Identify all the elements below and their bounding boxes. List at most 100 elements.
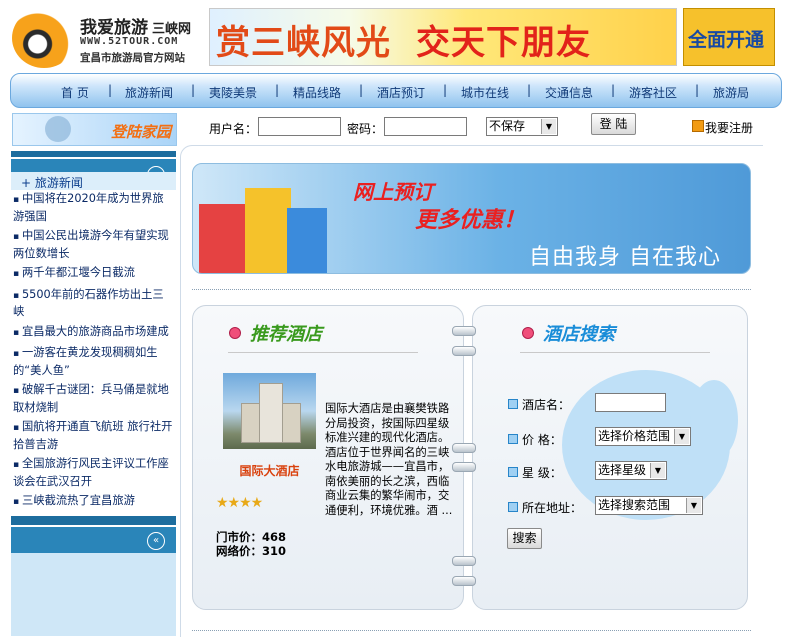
bullet-square-icon <box>508 467 518 477</box>
news-link[interactable]: 5500年前的石器作坊出土三峡 <box>11 287 176 324</box>
news-link[interactable]: 宜昌最大的旅游商品市场建成 <box>11 324 176 346</box>
sidebar-header-2: « <box>11 527 176 553</box>
net-price-value: 310 <box>262 544 287 558</box>
nav-item-news[interactable]: 旅游新闻 <box>125 84 173 101</box>
news-link[interactable]: 破解千古谜团：兵马俑是就地取材烧制 <box>11 382 176 419</box>
nav-separator: | <box>611 83 616 97</box>
header-banner-ad[interactable]: 赏三峡风光 交天下朋友 <box>209 8 677 66</box>
nav-separator: | <box>191 83 196 97</box>
price-range-value: 选择价格范围 <box>598 429 671 443</box>
news-list: 中国将在2020年成为世界旅游强国 中国公民出境游今年有望实现两位数增长 两千年… <box>11 191 176 515</box>
nav-separator: | <box>527 83 532 97</box>
chevron-down-icon: ▼ <box>686 498 701 513</box>
hotel-photo[interactable] <box>223 373 316 449</box>
login-home-art: 登陆家园 <box>12 113 177 146</box>
address-range-value: 选择搜索范围 <box>598 498 671 512</box>
binder-ring <box>452 326 476 336</box>
bullet-square-icon <box>508 399 518 409</box>
news-link[interactable]: 全国旅游行风民主评议工作座谈会在武汉召开 <box>11 456 176 493</box>
price-label: 价 格： <box>522 433 562 447</box>
banner-text-left: 赏三峡风光 <box>216 23 391 63</box>
nav-separator: | <box>443 83 448 97</box>
main-nav: 首 页 | 旅游新闻 | 夷陵美景 | 精品线路 | 酒店预订 | 城市在线 |… <box>10 73 782 108</box>
net-price-label: 网络价： <box>216 544 262 558</box>
news-link[interactable]: 中国将在2020年成为世界旅游强国 <box>11 191 176 228</box>
price-range-select[interactable]: 选择价格范围 ▼ <box>595 427 691 446</box>
nav-item-city-online[interactable]: 城市在线 <box>461 84 509 101</box>
save-login-value: 不保存 <box>489 119 526 133</box>
net-price: 网络价：310 <box>216 543 286 559</box>
divider <box>192 630 751 631</box>
sidebar-divider-bar <box>11 516 176 525</box>
hotel-name-input[interactable] <box>595 393 666 412</box>
username-input[interactable] <box>258 117 341 136</box>
password-label: 密码： <box>347 122 384 136</box>
binder-ring <box>452 556 476 566</box>
online-booking-promo-banner[interactable]: 网上预订 更多优惠！ 自由我身 自在我心 <box>192 163 751 274</box>
logo-title-text: 我爱旅游 <box>80 18 148 38</box>
star-label: 星 级： <box>522 466 562 480</box>
binder-ring <box>452 443 476 453</box>
hotel-star-rating: ★★★★ <box>216 495 263 511</box>
divider <box>192 289 751 290</box>
sidebar-top-bar <box>11 151 176 157</box>
nav-item-routes[interactable]: 精品线路 <box>293 84 341 101</box>
sidebar-section-label: + 旅游新闻 <box>21 176 83 190</box>
title-bullet-icon <box>522 327 534 339</box>
cloud-decoration <box>690 380 738 460</box>
side-ad-banner[interactable]: 全面开通 <box>683 8 775 66</box>
star-level-select[interactable]: 选择星级 ▼ <box>595 461 667 480</box>
chevron-down-icon: ▼ <box>541 119 556 134</box>
save-login-select[interactable]: 不保存 ▼ <box>486 117 558 136</box>
news-link[interactable]: 两千年都江堰今日截流 <box>11 265 176 287</box>
logo-subtitle: 三峡网 <box>152 22 192 37</box>
collapse-icon[interactable]: « <box>147 532 165 550</box>
login-button[interactable]: 登 陆 <box>591 113 636 135</box>
sidebar-panel-2 <box>11 553 176 636</box>
nav-item-traffic[interactable]: 交通信息 <box>545 84 593 101</box>
title-underline <box>520 352 710 353</box>
title-underline <box>228 352 418 353</box>
search-button[interactable]: 搜索 <box>507 528 542 549</box>
door-price-value: 468 <box>262 530 287 544</box>
chevron-down-icon: ▼ <box>674 429 689 444</box>
promo-line-2: 更多优惠！ <box>415 208 526 233</box>
site-logo[interactable] <box>12 8 76 68</box>
register-link[interactable]: 我要注册 <box>705 119 753 136</box>
nav-separator: | <box>108 83 113 97</box>
password-input[interactable] <box>384 117 467 136</box>
ad-text: 全面开通 <box>688 29 765 51</box>
news-link[interactable]: 中国公民出境游今年有望实现两位数增长 <box>11 228 176 265</box>
nav-item-home[interactable]: 首 页 <box>61 84 89 101</box>
hotel-description: 国际大酒店是由襄樊铁路分局投资，按国际四星级标准兴建的现代化酒店。酒店位于世界闻… <box>325 402 453 517</box>
username-label: 用户名： <box>209 122 258 136</box>
hotel-name-link[interactable]: 国际大酒店 <box>222 462 317 479</box>
binder-ring <box>452 576 476 586</box>
nav-item-scenery[interactable]: 夷陵美景 <box>209 84 257 101</box>
nav-item-hotel-booking[interactable]: 酒店预订 <box>377 84 425 101</box>
login-art-text: 登陆家园 <box>111 123 172 141</box>
news-link[interactable]: 一游客在黄龙发现稠稠如生的“美人鱼” <box>11 345 176 382</box>
binder-ring <box>452 462 476 472</box>
sidebar-section-title: + 旅游新闻 <box>11 172 176 190</box>
news-link[interactable]: 国航将开通直飞航班 旅行社开拾普吉游 <box>11 419 176 456</box>
chevron-down-icon: ▼ <box>650 463 665 478</box>
kid-illustration <box>45 116 71 142</box>
nav-item-community[interactable]: 游客社区 <box>629 84 677 101</box>
bullet-square-icon <box>508 434 518 444</box>
search-title: 酒店搜索 <box>543 324 615 345</box>
address-label: 所在地址： <box>522 501 583 515</box>
door-price-label: 门市价： <box>216 530 262 544</box>
nav-separator: | <box>695 83 700 97</box>
logo-title: 我爱旅游 三峡网 <box>80 13 191 38</box>
house-illustration <box>245 188 291 273</box>
promo-slogan: 自由我身 自在我心 <box>529 245 721 270</box>
nav-separator: | <box>359 83 364 97</box>
house-illustration <box>287 208 327 273</box>
house-illustration <box>199 204 247 273</box>
news-link[interactable]: 三峡截流热了宜昌旅游 <box>11 493 176 515</box>
address-range-select[interactable]: 选择搜索范围 ▼ <box>595 496 703 515</box>
nav-separator: | <box>275 83 280 97</box>
nav-item-tourism-bureau[interactable]: 旅游局 <box>713 84 749 101</box>
logo-caption: 宜昌市旅游局官方网站 <box>80 52 185 64</box>
